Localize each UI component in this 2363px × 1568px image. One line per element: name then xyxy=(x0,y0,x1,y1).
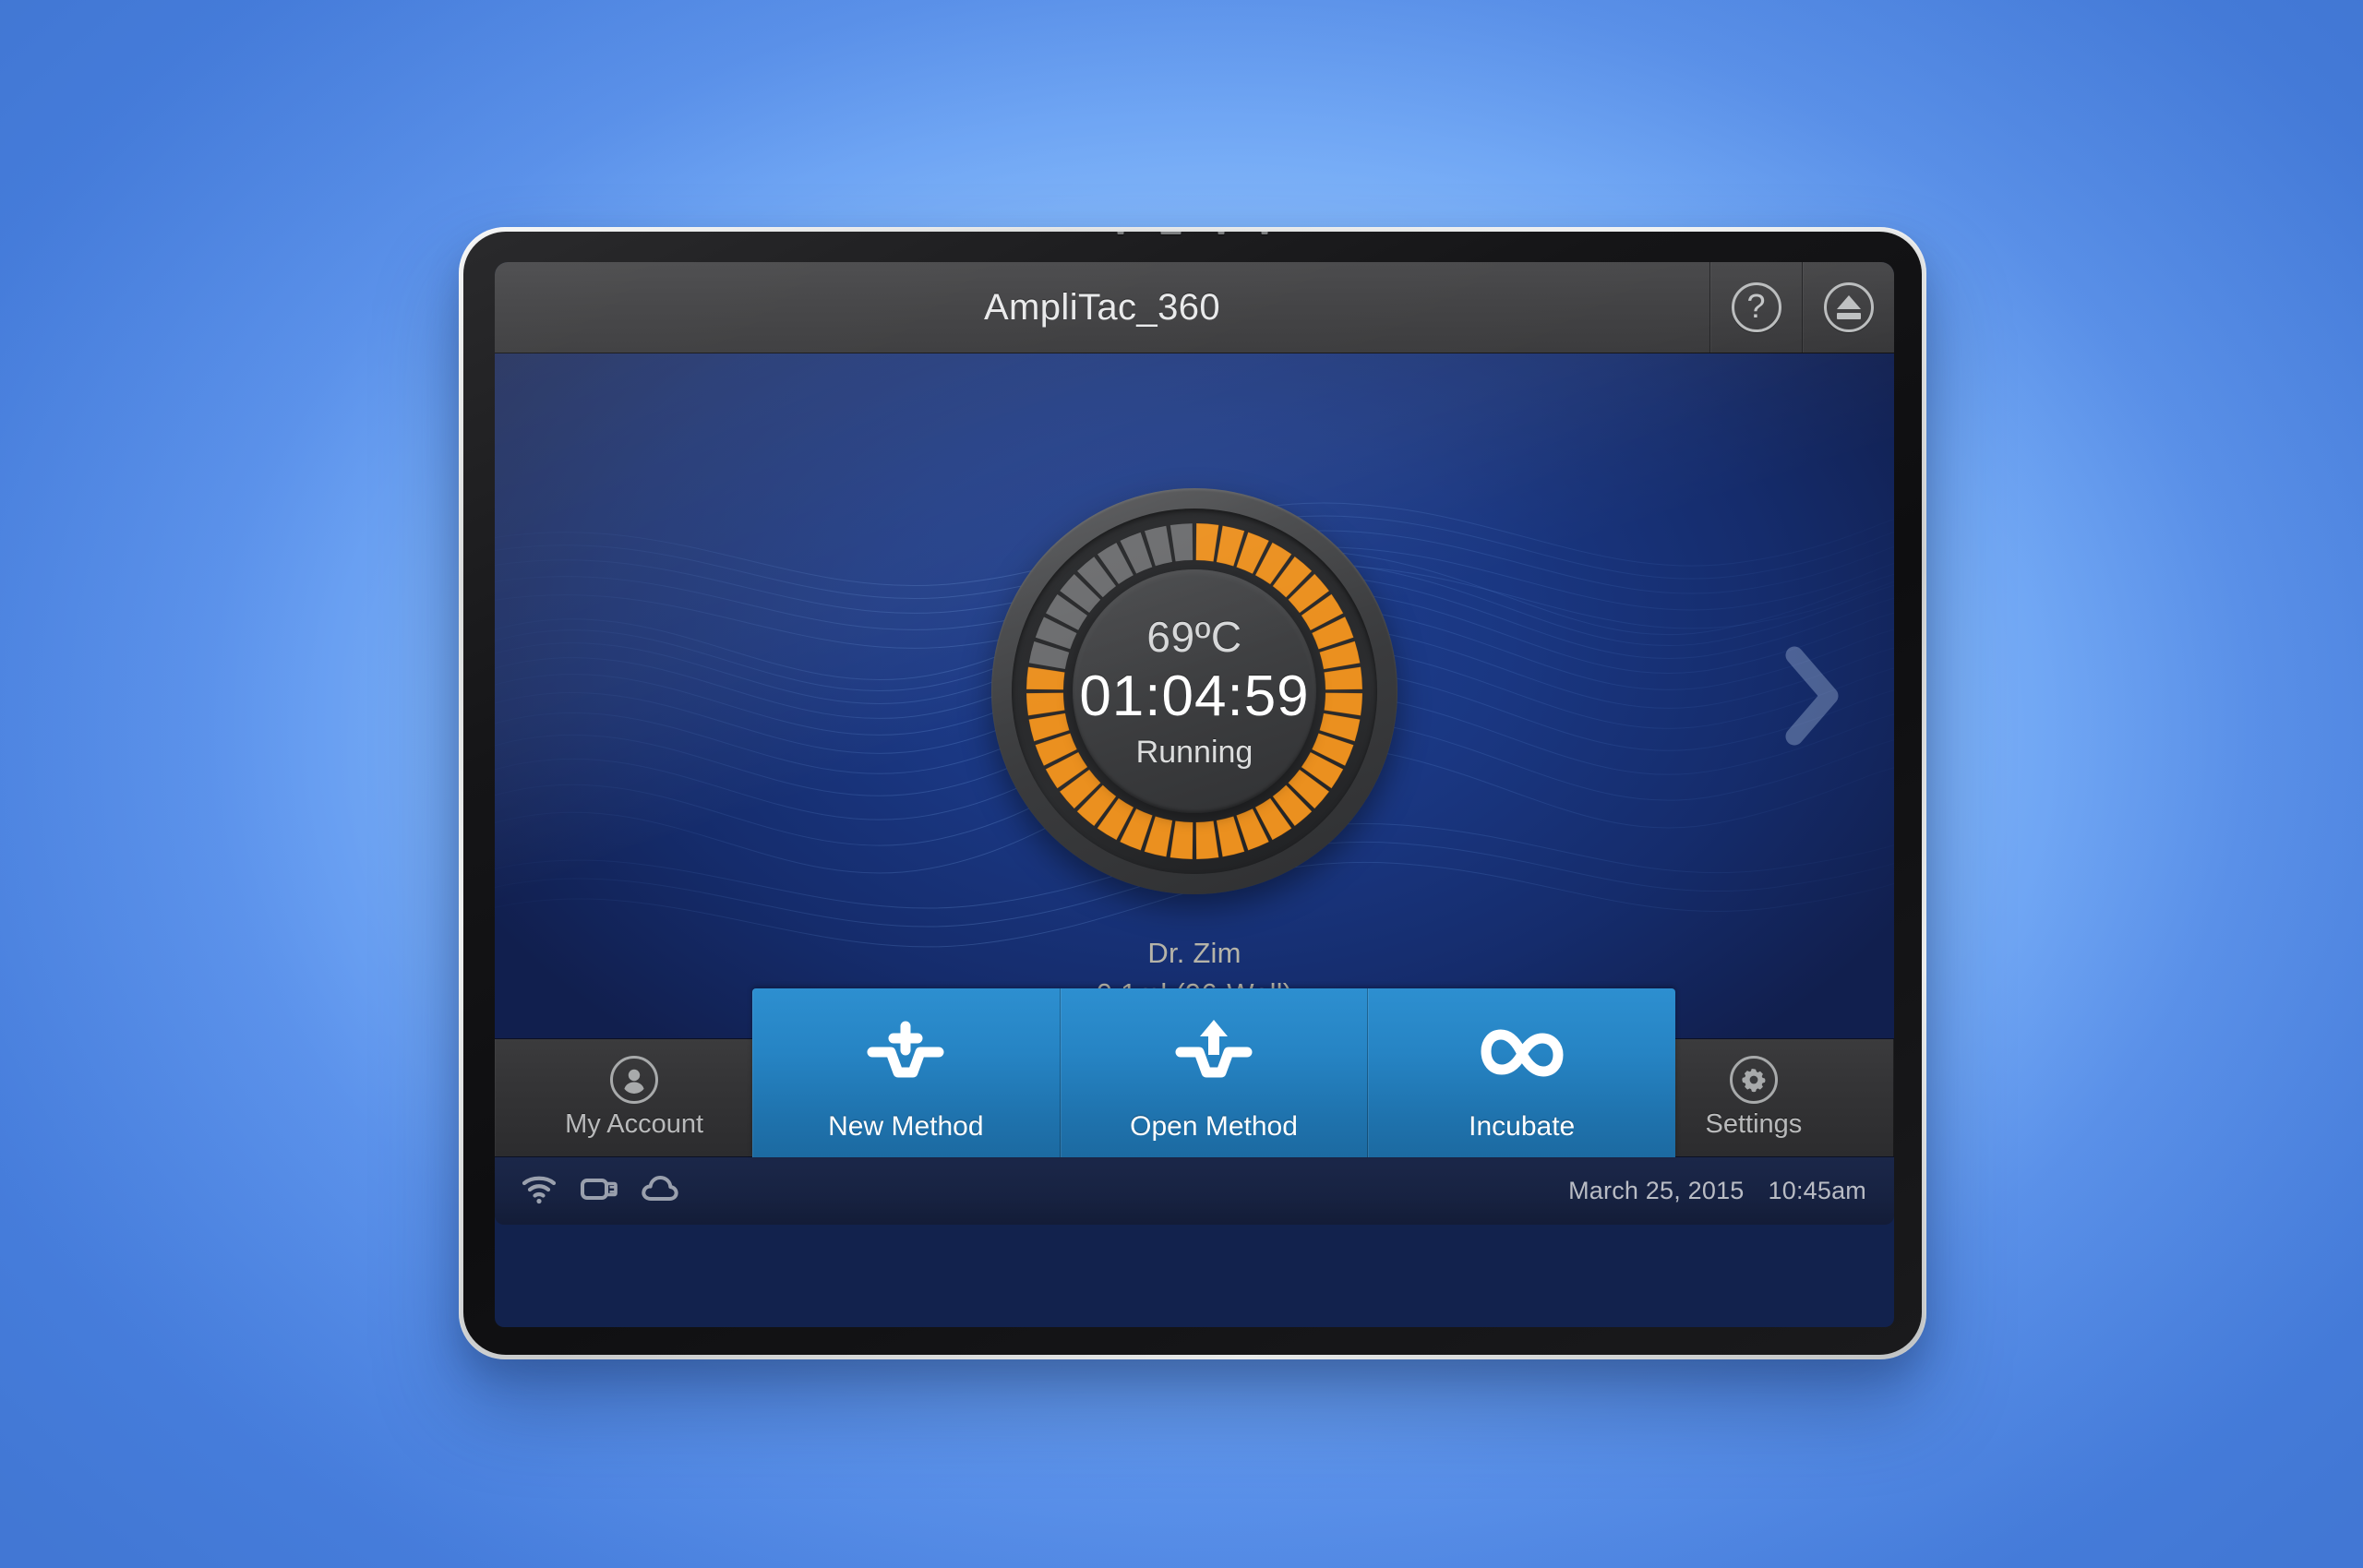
eject-button[interactable] xyxy=(1802,262,1894,353)
run-status-label: Running xyxy=(1135,735,1253,771)
progress-segment-filled xyxy=(1324,692,1363,716)
wifi-icon[interactable] xyxy=(521,1173,558,1209)
title-bar-main: AmpliTac_360 xyxy=(495,262,1709,353)
infinity-icon xyxy=(1478,1014,1566,1098)
vessel-up-arrow-icon xyxy=(1171,1014,1256,1098)
progress-segment-filled xyxy=(1195,820,1219,860)
vessel-plus-icon xyxy=(863,1014,948,1098)
progress-segment-filled xyxy=(1324,666,1363,690)
status-bar: March 25, 2015 10:45am xyxy=(495,1156,1894,1225)
toolbar-label: My Account xyxy=(565,1109,704,1139)
temperature-value: 69ºC xyxy=(1146,612,1242,661)
new-method-button[interactable]: New Method xyxy=(752,988,1061,1157)
speaker-grille xyxy=(1117,232,1268,234)
progress-segment-filled xyxy=(1026,692,1065,716)
button-label: New Method xyxy=(828,1111,984,1142)
time-remaining-value: 01:04:59 xyxy=(1079,664,1310,728)
user-account-icon xyxy=(610,1056,659,1104)
page-title: AmpliTac_360 xyxy=(983,286,1221,328)
toolbar-item-my-account[interactable]: My Account xyxy=(495,1039,775,1156)
bottom-toolbar: My Account Settings New Method Open Meth… xyxy=(495,988,1894,1157)
tablet-device: AmpliTac_360 ? 69ºC 01:04:59 Running Dr.… xyxy=(459,227,1926,1359)
status-icons xyxy=(521,1173,679,1209)
chevron-right-icon[interactable] xyxy=(1780,640,1844,751)
status-time: 10:45am xyxy=(1768,1177,1866,1204)
status-datetime: March 25, 2015 10:45am xyxy=(1568,1177,1866,1205)
title-bar: AmpliTac_360 ? xyxy=(495,262,1894,353)
tablet-bezel: AmpliTac_360 ? 69ºC 01:04:59 Running Dr.… xyxy=(463,232,1922,1355)
dial-readout: 69ºC 01:04:59 Running xyxy=(1073,569,1316,813)
progress-segment-filled xyxy=(1170,820,1193,860)
operator-name: Dr. Zim xyxy=(1147,937,1241,969)
button-label: Incubate xyxy=(1469,1111,1576,1142)
progress-segment-filled xyxy=(1026,666,1065,690)
cloud-icon[interactable] xyxy=(641,1174,679,1208)
open-method-button[interactable]: Open Method xyxy=(1060,988,1369,1157)
toolbar-label: Settings xyxy=(1705,1109,1803,1139)
run-progress-dial[interactable]: 69ºC 01:04:59 Running xyxy=(991,488,1397,894)
progress-segment-filled xyxy=(1195,522,1219,562)
help-button[interactable]: ? xyxy=(1709,262,1802,353)
status-date: March 25, 2015 xyxy=(1568,1177,1745,1204)
device-screen: AmpliTac_360 ? 69ºC 01:04:59 Running Dr.… xyxy=(495,262,1894,1327)
question-mark-icon: ? xyxy=(1731,282,1781,332)
incubate-button[interactable]: Incubate xyxy=(1368,988,1676,1157)
primary-action-buttons: New Method Open Method Incubate xyxy=(752,988,1676,1157)
progress-segment-empty xyxy=(1170,522,1193,562)
usb-drive-icon[interactable] xyxy=(580,1174,618,1208)
button-label: Open Method xyxy=(1130,1111,1298,1142)
eject-icon xyxy=(1823,282,1874,332)
gear-icon xyxy=(1729,1056,1778,1104)
main-stage: 69ºC 01:04:59 Running Dr. Zim 0.1ml (96-… xyxy=(495,353,1894,1038)
